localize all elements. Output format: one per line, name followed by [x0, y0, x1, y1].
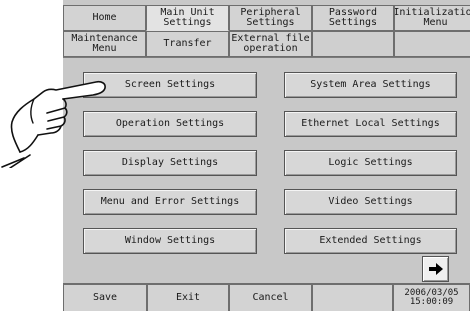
tab-empty-2 — [394, 31, 470, 57]
menu-and-error-settings-button[interactable]: Menu and Error Settings — [83, 189, 257, 215]
logic-settings-button[interactable]: Logic Settings — [284, 150, 457, 176]
save-button[interactable]: Save — [63, 284, 147, 311]
video-settings-button[interactable]: Video Settings — [284, 189, 457, 215]
settings-work-area: Screen Settings Operation Settings Displ… — [63, 57, 470, 284]
extended-settings-button[interactable]: Extended Settings — [284, 228, 457, 254]
date-time-display: 2006/03/05 15:00:09 — [393, 284, 470, 311]
tab-external-file-operation[interactable]: External file operation — [229, 31, 312, 57]
exit-button[interactable]: Exit — [147, 284, 229, 311]
tab-home[interactable]: Home — [63, 5, 146, 31]
tab-empty-1 — [312, 31, 394, 57]
time-text: 15:00:09 — [409, 297, 454, 307]
arrow-right-icon — [428, 263, 443, 275]
cancel-button[interactable]: Cancel — [229, 284, 312, 311]
tab-password-settings[interactable]: Password Settings — [312, 5, 394, 31]
next-page-button[interactable] — [422, 256, 449, 282]
footer-bar: Save Exit Cancel 2006/03/05 15:00:09 — [63, 283, 470, 311]
tab-maintenance-menu[interactable]: Maintenance Menu — [63, 31, 146, 57]
tab-initialization-menu[interactable]: Initialization Menu — [394, 5, 470, 31]
tab-transfer[interactable]: Transfer — [146, 31, 229, 57]
ethernet-local-settings-button[interactable]: Ethernet Local Settings — [284, 111, 457, 137]
footer-empty-cell — [312, 284, 393, 311]
window-settings-button[interactable]: Window Settings — [83, 228, 257, 254]
tab-main-unit-settings[interactable]: Main Unit Settings — [146, 5, 229, 31]
tab-peripheral-settings[interactable]: Peripheral Settings — [229, 5, 312, 31]
pointing-hand-icon — [1, 80, 106, 168]
system-area-settings-button[interactable]: System Area Settings — [284, 72, 457, 98]
settings-panel: Home Main Unit Settings Peripheral Setti… — [63, 0, 470, 311]
